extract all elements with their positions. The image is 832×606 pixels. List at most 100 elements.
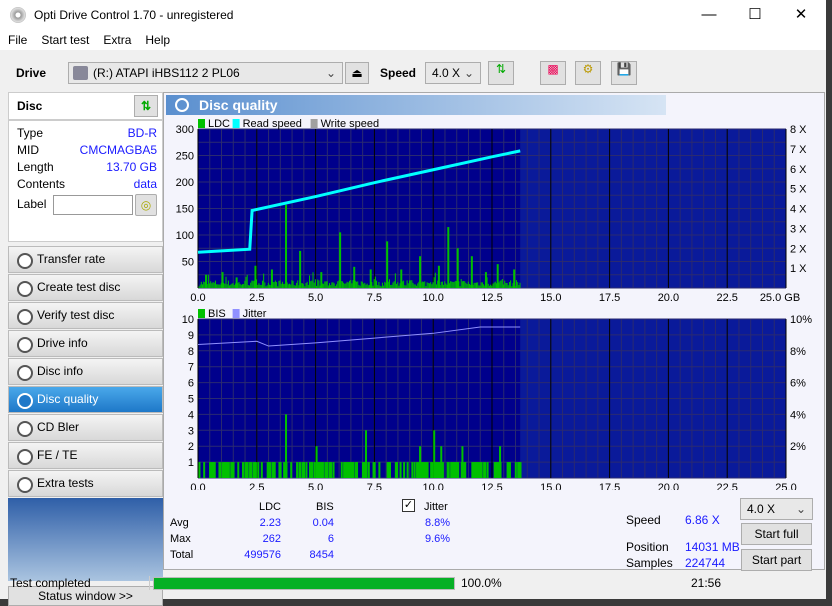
nav-item-verify-test-disc[interactable]: Verify test disc [8,302,163,329]
bis-bar [241,462,244,478]
minimize-button[interactable]: — [686,0,732,30]
ldc-bar [386,241,389,288]
type-value: BD-R [127,126,157,140]
x-tick-label: 2.5 [249,482,264,490]
ldc-bar [397,282,399,288]
maximize-button[interactable]: ☐ [732,0,778,30]
close-button[interactable]: ✕ [778,0,824,30]
ldc-bar [450,281,452,288]
menu-file[interactable]: File [8,30,27,50]
drive-select[interactable]: (R:) ATAPI iHBS112 2 PL06 ⌄ [68,62,343,84]
ldc-bar [244,280,246,288]
ldc-bar [465,282,467,288]
ldc-bar [392,282,394,288]
ldc-bar [496,264,499,288]
ldc-bar [510,280,512,288]
x-tick-label: 20.0 [658,482,679,490]
label-input[interactable] [52,194,133,215]
ldc-bar [312,272,314,288]
start-full-button[interactable]: Start full [741,523,812,545]
ldc-bar [405,285,407,288]
nav-item-transfer-rate[interactable]: Transfer rate [8,246,163,273]
nav-item-cd-bler[interactable]: CD Bler [8,414,163,441]
bis-bar [260,462,263,478]
speed-select[interactable]: 4.0 X ⌄ [425,62,481,84]
ldc-bar [247,285,249,288]
bis-bar [413,462,416,478]
ldc-bar [513,269,516,288]
ldc-bar [503,284,505,288]
refresh-disc-button[interactable]: ⇅ [134,95,158,117]
ldc-bar [198,286,200,288]
nav-item-fe-te[interactable]: FE / TE [8,442,163,469]
ldc-bar [419,256,422,288]
ldc-bar [358,284,360,288]
bis-bar [227,462,230,478]
mid-value: CMCMAGBA5 [79,143,157,157]
ldc-bar [259,284,261,288]
ldc-bar [344,283,346,288]
ldc-bar [365,284,367,288]
max-label: Max [170,533,191,545]
position-value: 14031 MB [685,540,740,554]
ldc-bar [423,281,425,288]
settings-button[interactable]: ⚙ [575,61,601,85]
charts: 50 100 150 200 250 300 1 X 2 X 3 X 4 X 5 X 6 X 7 X 8 … [176,118,813,490]
disc-label-button[interactable]: ◎ [135,193,157,216]
ldc-bar [297,280,299,288]
ldc-bar [504,280,506,288]
x-tick-label: 22.5 [716,292,737,304]
bis-bar [484,462,487,478]
drive-label: Drive [16,66,47,80]
bis-bar [296,462,299,478]
ldc-bar [425,285,427,288]
ldc-bar [277,286,279,288]
nav-item-extra-tests[interactable]: Extra tests [8,470,163,497]
erase-button[interactable]: ▩ [540,61,566,85]
ldc-bar [481,282,483,288]
refresh-drive-button[interactable]: ⇅ [488,61,514,85]
eject-button[interactable]: ⏏ [345,62,369,84]
test-speed-value: 4.0 X [747,502,776,516]
nav-item-drive-info[interactable]: Drive info [8,330,163,357]
save-button[interactable]: 💾 [611,61,637,85]
ldc-bar [384,281,386,288]
ldc-bar [278,280,280,288]
ldc-bar [346,281,348,288]
app-window: Opti Drive Control 1.70 - unregistered —… [0,0,826,606]
menu-start-test[interactable]: Start test [41,30,89,50]
ldc-bar [403,280,405,288]
ldc-bar [372,285,374,288]
bis-bar [290,462,293,478]
ldc-bar [408,280,410,288]
max-ldc: 262 [262,533,281,545]
ldc-bar [250,282,252,288]
mid-label: MID [17,143,39,157]
nav-item-disc-info[interactable]: Disc info [8,358,163,385]
y2-tick-label: 6 X [790,164,807,176]
bis-bar [250,462,253,478]
legend-ldc: LDC [208,118,230,130]
menu-help[interactable]: Help [145,30,170,50]
menu-extra[interactable]: Extra [103,30,131,50]
ldc-bar [483,284,485,288]
bis-bar [303,462,306,478]
start-part-button[interactable]: Start part [741,549,812,571]
bis-bar [480,462,483,478]
legend-swatch [310,119,318,128]
ldc-bar [464,281,466,288]
ldc-bar [430,282,432,288]
ldc-bar [404,285,406,288]
disc-quality-icon [175,98,189,112]
x-tick-label: 5.0 [308,482,323,490]
test-speed-select[interactable]: 4.0 X ⌄ [740,498,813,520]
ldc-bar [433,277,435,288]
nav-item-disc-quality[interactable]: Disc quality [8,386,163,413]
jitter-checkbox[interactable]: ✓ [402,499,415,512]
progress-bar [153,576,455,590]
nav-item-create-test-disc[interactable]: Create test disc [8,274,163,301]
ldc-bar [477,282,479,288]
x-tick-label: 12.5 [481,482,502,490]
ldc-bar [410,280,412,288]
ldc-bar [323,283,325,288]
